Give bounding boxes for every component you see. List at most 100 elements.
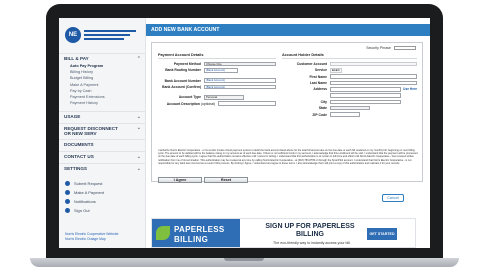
main-content: ADD NEW BANK ACCOUNT Security Phrase Pay…: [146, 18, 430, 248]
routing-number-row: Bank Routing Number (Bank Account): [158, 67, 276, 73]
optional-label: (optional): [200, 101, 215, 106]
account-description-input[interactable]: [218, 101, 276, 106]
account-confirm-row: Bank Account (Confirm) (Bank Account): [158, 84, 276, 90]
field-label: Payment Method: [173, 62, 201, 67]
chevron-down-icon: ⌄: [136, 113, 141, 120]
sidebar-footer-links: Norris Electric Cooperative Website Norr…: [65, 232, 118, 242]
payment-icon: [65, 190, 70, 196]
field-label: Bank Routing Number: [165, 68, 201, 73]
agree-button[interactable]: I Agree: [158, 177, 202, 183]
state-select[interactable]: [330, 105, 370, 111]
field-label: Last Name: [309, 81, 327, 86]
outage-map-link[interactable]: Norris Electric Outage Map: [65, 237, 118, 242]
submit-request-link[interactable]: Submit Request: [59, 179, 146, 188]
service-value: ELEC: [330, 68, 342, 73]
field-label: Customer Account: [296, 62, 327, 67]
section-label: BILL & PAY: [64, 56, 89, 61]
get-started-button[interactable]: GET STARTED: [367, 228, 397, 240]
payment-details-column: Payment Account Details Payment Method C…: [158, 53, 276, 107]
app-screen: NE BILL & PAY ⌃ Auto Pay Program Billing…: [59, 18, 430, 248]
security-phrase-label: Security Phrase: [366, 46, 391, 50]
logo-bars: [84, 30, 136, 40]
payment-details-title: Payment Account Details: [158, 53, 276, 59]
request-icon: [65, 181, 70, 187]
account-description-row: Account Description (optional): [158, 100, 276, 106]
security-phrase: Security Phrase: [366, 46, 416, 50]
chevron-down-icon: ⌄: [136, 165, 141, 172]
banner-headline: SIGN UP FOR PAPERLESS BILLING: [265, 223, 355, 238]
banner-brand-line2: BILLING: [174, 235, 209, 244]
customer-account-value: [330, 61, 417, 67]
account-number-input[interactable]: (Bank Account): [204, 78, 276, 83]
banner-brand-line1: PAPERLESS: [174, 225, 225, 234]
logo-mark-icon: NE: [65, 27, 81, 43]
section-label: CONTACT US: [64, 154, 94, 160]
sidebar: NE BILL & PAY ⌃ Auto Pay Program Billing…: [59, 18, 146, 248]
address-line2-input[interactable]: [330, 93, 401, 98]
address-input[interactable]: [330, 87, 402, 92]
section-label: USAGE: [64, 114, 81, 120]
logo-bar: [84, 34, 130, 36]
security-phrase-box: [394, 46, 416, 50]
cancel-button[interactable]: Cancel: [382, 194, 404, 202]
section-label: REQUEST DISCONNECT OR NEW SERV: [64, 126, 118, 137]
sidebar-menu: BILL & PAY ⌃ Auto Pay Program Billing Hi…: [59, 51, 146, 215]
laptop-notch: [224, 258, 264, 261]
zip-row: ZIP Code: [282, 111, 417, 117]
chevron-down-icon: ⌄: [136, 153, 141, 160]
account-description-label: Account Description: [166, 101, 200, 106]
bell-icon: [65, 199, 70, 205]
sidebar-section-bill-pay[interactable]: BILL & PAY ⌃: [59, 53, 146, 63]
zip-input[interactable]: [330, 112, 360, 117]
sidebar-section-request[interactable]: REQUEST DISCONNECT OR NEW SERV ⌄: [59, 123, 146, 137]
sidebar-section-documents[interactable]: DOCUMENTS: [59, 139, 146, 149]
field-label: Bank Account (Confirm): [162, 85, 201, 90]
banner-brand-panel: PAPERLESS BILLING: [152, 219, 240, 247]
sidebar-section-usage[interactable]: USAGE ⌄: [59, 111, 146, 121]
field-label: Bank Account Number: [164, 78, 201, 83]
account-confirm-input[interactable]: (Bank Account): [204, 84, 276, 90]
field-label: Account Description (optional): [158, 102, 218, 106]
chevron-down-icon: ⌄: [136, 125, 141, 132]
page-title: ADD NEW BANK ACCOUNT: [146, 24, 430, 36]
reset-button[interactable]: Reset: [204, 177, 248, 183]
sidebar-section-contact[interactable]: CONTACT US ⌄: [59, 151, 146, 161]
field-label: ZIP Code: [312, 112, 327, 117]
banner-subline: The eco-friendly way to instantly access…: [273, 241, 351, 245]
action-label: Notifications: [74, 199, 96, 205]
sign-out-icon: [65, 208, 70, 214]
bank-account-form: Security Phrase Payment Account Details …: [151, 42, 423, 183]
sign-out-link[interactable]: Sign Out: [59, 206, 146, 215]
field-label: State: [318, 106, 327, 111]
laptop-base: [30, 258, 459, 267]
form-actions: I Agree Reset: [158, 177, 248, 183]
account-type-select[interactable]: Personal: [204, 95, 244, 100]
account-holder-column: Account Holder Details Customer Account …: [282, 53, 417, 118]
paperless-billing-banner[interactable]: PAPERLESS BILLING SIGN UP FOR PAPERLESS …: [151, 218, 416, 248]
field-label: Account Type: [178, 95, 201, 100]
authorization-terms: I authorize Norris Electric Cooperative …: [158, 149, 418, 165]
action-label: Make A Payment: [74, 190, 105, 196]
field-label: Service: [314, 68, 327, 73]
payment-method-select[interactable]: Choose One: [204, 61, 276, 67]
action-label: Sign Out: [74, 208, 90, 214]
city-input[interactable]: [330, 99, 401, 105]
sidebar-item-payment-history[interactable]: Payment History: [59, 100, 146, 106]
section-label: SETTINGS: [64, 166, 87, 172]
use-here-link[interactable]: Use Here: [401, 87, 417, 91]
first-name-input[interactable]: [330, 74, 417, 79]
leaf-icon: [156, 226, 170, 240]
sidebar-actions: Submit Request Make A Payment Notificati…: [59, 179, 146, 215]
field-label: City: [320, 99, 327, 104]
make-payment-link[interactable]: Make A Payment: [59, 188, 146, 197]
account-holder-title: Account Holder Details: [282, 53, 417, 59]
company-logo[interactable]: NE: [65, 22, 141, 48]
field-label: Address: [313, 87, 327, 92]
chevron-up-icon: ⌃: [136, 55, 141, 62]
last-name-input[interactable]: [330, 80, 417, 86]
section-label: DOCUMENTS: [64, 142, 94, 148]
notifications-link[interactable]: Notifications: [59, 197, 146, 206]
routing-number-input[interactable]: (Bank Account): [204, 68, 238, 73]
sidebar-section-settings[interactable]: SETTINGS ⌄: [59, 163, 146, 173]
logo-bar: [84, 30, 136, 32]
